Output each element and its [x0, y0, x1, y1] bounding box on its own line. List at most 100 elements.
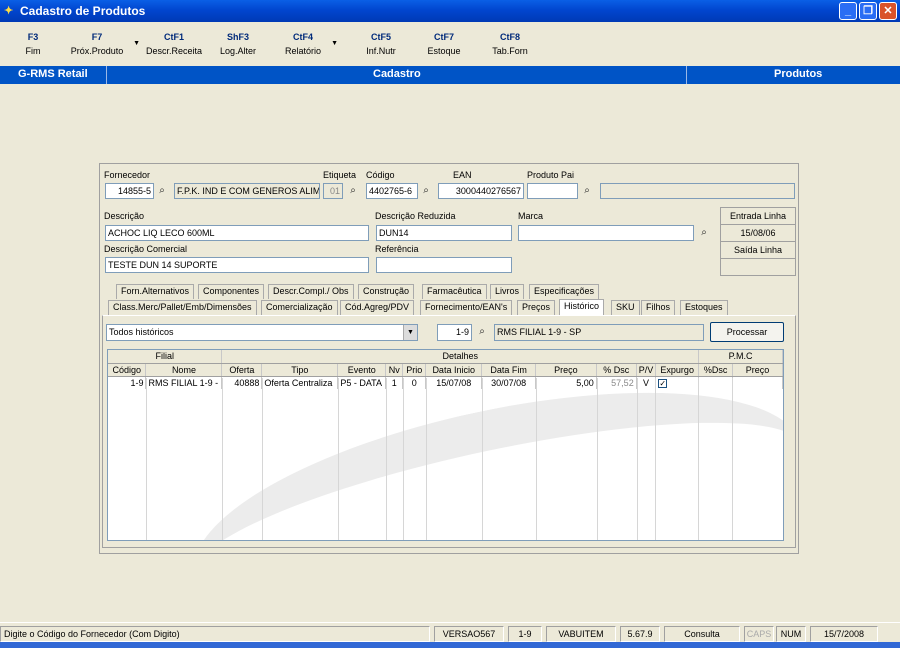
cell-oferta: 40888: [221, 376, 263, 389]
col-tipo[interactable]: Tipo: [261, 363, 339, 377]
cell-data-inicio: 15/07/08: [425, 376, 483, 389]
fkey-estoque[interactable]: CtF7 Estoque: [421, 32, 467, 56]
tab-especificacoes[interactable]: Especificações: [529, 284, 600, 299]
fornecedor-code-field[interactable]: 14855-5: [105, 183, 154, 199]
binoculars-search-icon[interactable]: ⌕: [475, 325, 489, 339]
fkey-code: CtF4: [293, 32, 313, 42]
cell-tipo: Oferta Centraliza: [261, 376, 339, 389]
status-build: 5.67.9: [620, 626, 660, 642]
cell-pv: V: [636, 376, 657, 389]
col-preco[interactable]: Preço: [535, 363, 597, 377]
binoculars-search-icon[interactable]: ⌕: [580, 184, 594, 198]
fkey-prox-produto[interactable]: F7 Próx.Produto ▼: [66, 32, 140, 56]
tab-componentes[interactable]: Componentes: [198, 284, 265, 299]
grid-line: [403, 378, 404, 540]
col-pmc-preco[interactable]: Preço: [732, 363, 783, 377]
produto-pai-field[interactable]: [527, 183, 578, 199]
descricao-reduzida-field[interactable]: DUN14: [376, 225, 512, 241]
processar-button[interactable]: Processar: [710, 322, 784, 342]
col-nv[interactable]: Nv: [385, 363, 404, 377]
tab-construcao[interactable]: Construção: [358, 284, 415, 299]
tab-precos[interactable]: Preços: [517, 300, 556, 315]
col-evento[interactable]: Evento: [337, 363, 387, 377]
cell-expurgo[interactable]: ✓: [655, 376, 700, 389]
binoculars-search-icon[interactable]: ⌕: [155, 184, 169, 198]
minimize-button[interactable]: _: [839, 2, 857, 20]
col-prio[interactable]: Prio: [402, 363, 427, 377]
group-header-row: Filial Detalhes P.M.C: [108, 350, 783, 364]
tab-sku[interactable]: SKU: [611, 300, 640, 315]
tab-farmaceutica[interactable]: Farmacêutica: [422, 284, 487, 299]
maximize-button[interactable]: ❐: [859, 2, 877, 20]
tab-descr-compl-obs[interactable]: Descr.Compl./ Obs: [268, 284, 354, 299]
col-expurgo[interactable]: Expurgo: [655, 363, 700, 377]
grid-line: [597, 378, 598, 540]
historico-filter-select[interactable]: Todos históricos ▼: [106, 324, 418, 341]
tab-historico[interactable]: Histórico: [559, 299, 605, 315]
status-table: VABUITEM: [546, 626, 616, 642]
fkey-fim[interactable]: F3 Fim: [22, 32, 44, 56]
col-data-inicio[interactable]: Data Inicio: [425, 363, 483, 377]
fkey-relatorio[interactable]: CtF4 Relatório ▼: [280, 32, 338, 56]
col-data-fim[interactable]: Data Fim: [481, 363, 537, 377]
tab-class-merc[interactable]: Class.Merc/Pallet/Emb/Dimensões: [108, 300, 257, 315]
cell-pmc-preco: [732, 376, 783, 389]
status-date: 15/7/2008: [810, 626, 878, 642]
tab-estoques[interactable]: Estoques: [680, 300, 728, 315]
status-mode: Consulta: [664, 626, 740, 642]
module-name: Produtos: [774, 68, 823, 80]
fkey-code: F3: [27, 32, 39, 42]
col-pct-dsc[interactable]: % Dsc: [596, 363, 637, 377]
tab-cod-agreg-pdv[interactable]: Cód.Agreg/PDV: [340, 300, 415, 315]
descricao-field[interactable]: ACHOC LIQ LECO 600ML: [105, 225, 369, 241]
codigo-label: Código: [366, 170, 395, 180]
binoculars-search-icon[interactable]: ⌕: [697, 226, 711, 240]
etiqueta-field[interactable]: 01: [323, 183, 343, 199]
descricao-comercial-field[interactable]: TESTE DUN 14 SUPORTE: [105, 257, 369, 273]
grid-line: [732, 378, 733, 540]
col-pmc-dsc[interactable]: %Dsc: [698, 363, 734, 377]
dropdown-arrow-icon[interactable]: ▼: [133, 40, 140, 47]
cell-nome: RMS FILIAL 1-9 -: [145, 376, 223, 389]
table-row[interactable]: 1-9 RMS FILIAL 1-9 - 40888 Oferta Centra…: [108, 376, 783, 389]
tab-fornecimento-ean[interactable]: Fornecimento/EAN's: [420, 300, 513, 315]
referencia-field[interactable]: [376, 257, 512, 273]
produto-pai-label: Produto Pai: [527, 170, 575, 180]
cell-evento: P5 - DATA: [337, 376, 387, 389]
col-nome[interactable]: Nome: [145, 363, 223, 377]
entrada-linha-label: Entrada Linha: [721, 208, 795, 225]
group-header-detalhes: Detalhes: [221, 350, 700, 364]
fkey-label: Tab.Forn: [492, 46, 528, 56]
section-name: Cadastro: [373, 68, 421, 80]
etiqueta-label: Etiqueta: [323, 170, 357, 180]
col-codigo[interactable]: Código: [108, 363, 147, 377]
codigo-field[interactable]: 4402765-6: [366, 183, 418, 199]
dropdown-arrow-icon[interactable]: ▼: [331, 40, 338, 47]
tab-filhos[interactable]: Filhos: [641, 300, 676, 315]
fkey-inf-nutr[interactable]: CtF5 Inf.Nutr: [358, 32, 404, 56]
tab-comercializacao[interactable]: Comercialização: [261, 300, 338, 315]
marca-field[interactable]: [518, 225, 694, 241]
tab-livros[interactable]: Livros: [490, 284, 525, 299]
column-header-row: Código Nome Oferta Tipo Evento Nv Prio D…: [108, 363, 783, 377]
close-button[interactable]: ✕: [879, 2, 897, 20]
status-caps: CAPS: [744, 626, 774, 642]
col-pv[interactable]: P/V: [636, 363, 657, 377]
fkey-tab-forn[interactable]: CtF8 Tab.Forn: [487, 32, 533, 56]
chevron-down-icon[interactable]: ▼: [403, 325, 417, 340]
tab-forn-alternativos[interactable]: Forn.Alternativos: [116, 284, 195, 299]
binoculars-search-icon[interactable]: ⌕: [419, 184, 433, 198]
grid-line: [146, 378, 147, 540]
ean-field[interactable]: 3000440276567: [438, 183, 524, 199]
fornecedor-name-field: F.P.K. IND E COM GENEROS ALIM: [174, 183, 320, 199]
historico-table: Filial Detalhes P.M.C Código Nome Oferta…: [108, 350, 783, 389]
filial-code-field[interactable]: 1-9: [437, 324, 472, 341]
historico-grid: Filial Detalhes P.M.C Código Nome Oferta…: [107, 349, 784, 541]
function-key-bar: F3 Fim F7 Próx.Produto ▼ CtF1 Descr.Receita …: [0, 22, 900, 66]
expurgo-checkbox[interactable]: ✓: [658, 378, 668, 388]
binoculars-search-icon[interactable]: ⌕: [346, 184, 360, 198]
referencia-label: Referência: [375, 244, 419, 254]
fkey-log-alter[interactable]: ShF3 Log.Alter: [215, 32, 261, 56]
fkey-descr-receita[interactable]: CtF1 Descr.Receita: [142, 32, 206, 56]
col-oferta[interactable]: Oferta: [221, 363, 263, 377]
